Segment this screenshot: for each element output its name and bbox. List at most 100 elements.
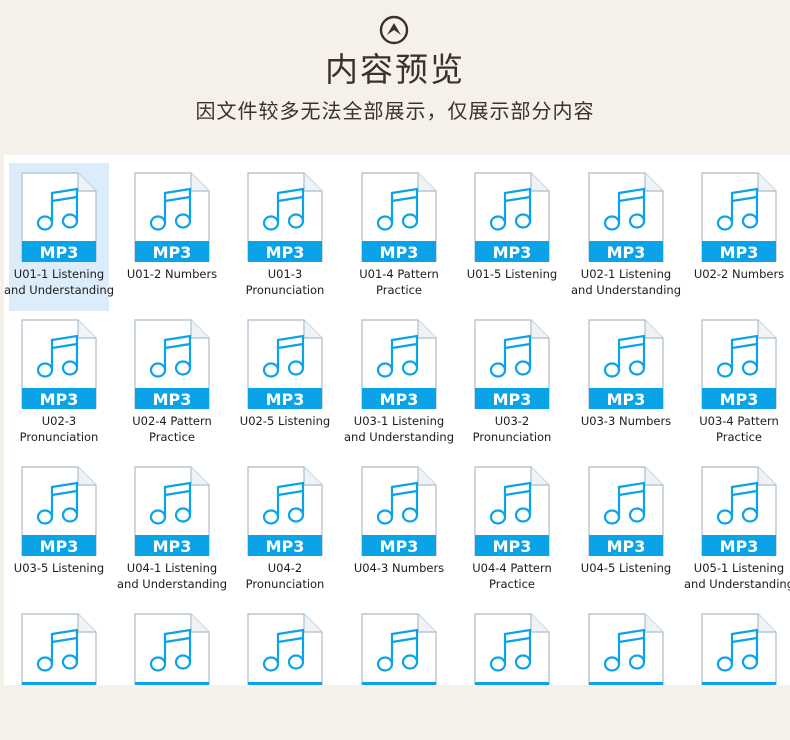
mp3-file-item[interactable]: MP3 <box>462 604 562 685</box>
mp3-file-icon: MP3 <box>247 466 323 556</box>
mp3-file-item[interactable]: MP3 U03-1 Listening and Understanding <box>344 310 454 458</box>
mp3-file-item[interactable]: MP3 <box>689 604 789 685</box>
mp3-file-icon: MP3 <box>247 172 323 262</box>
mp3-badge: MP3 <box>153 243 192 262</box>
mp3-file-icon: MP3 <box>134 613 210 685</box>
mp3-file-icon: MP3 <box>701 319 777 409</box>
mp3-badge: MP3 <box>40 390 79 409</box>
mp3-badge: MP3 <box>380 684 419 685</box>
mp3-badge: MP3 <box>720 537 759 556</box>
mp3-file-icon: MP3 <box>134 172 210 262</box>
mp3-badge: MP3 <box>607 243 646 262</box>
mp3-file-item[interactable]: MP3 <box>576 604 676 685</box>
mp3-badge: MP3 <box>607 684 646 685</box>
mp3-badge: MP3 <box>40 537 79 556</box>
file-name-label: U04-2 Pronunciation <box>245 561 325 591</box>
mp3-file-icon: MP3 <box>588 319 664 409</box>
file-browser-panel: MP3 U01-1 Listening and Understanding MP3 U… <box>4 155 790 685</box>
mp3-badge: MP3 <box>380 390 419 409</box>
mp3-file-icon: MP3 <box>588 613 664 685</box>
mp3-badge: MP3 <box>720 684 759 685</box>
mp3-file-item[interactable]: MP3 U03-2 Pronunciation <box>462 310 562 458</box>
mp3-file-icon: MP3 <box>361 613 437 685</box>
file-name-label: U02-1 Listening and Understanding <box>570 267 682 297</box>
mp3-file-item[interactable]: MP3 U02-3 Pronunciation <box>9 310 109 458</box>
mp3-file-item[interactable]: MP3 <box>235 604 335 685</box>
mp3-file-icon: MP3 <box>134 319 210 409</box>
page-subtitle: 因文件较多无法全部展示，仅展示部分内容 <box>195 99 595 123</box>
mp3-file-item[interactable]: MP3 U02-1 Listening and Understanding <box>571 163 681 311</box>
file-name-label: U04-3 Numbers <box>353 561 445 575</box>
mp3-file-item[interactable]: MP3 U04-2 Pronunciation <box>235 457 335 605</box>
mp3-file-item[interactable]: MP3 U02-4 Pattern Practice <box>122 310 222 458</box>
mp3-file-item[interactable]: MP3 U04-3 Numbers <box>349 457 449 605</box>
mp3-badge: MP3 <box>720 390 759 409</box>
mp3-file-item[interactable]: MP3 <box>9 604 109 685</box>
mp3-file-item[interactable]: MP3 <box>349 604 449 685</box>
mp3-file-icon: MP3 <box>21 319 97 409</box>
mp3-file-icon: MP3 <box>21 613 97 685</box>
mp3-file-icon: MP3 <box>134 466 210 556</box>
mp3-file-icon: MP3 <box>474 613 550 685</box>
preview-header: 内容预览 因文件较多无法全部展示，仅展示部分内容 <box>0 0 790 150</box>
mp3-file-icon: MP3 <box>701 466 777 556</box>
mp3-file-icon: MP3 <box>588 466 664 556</box>
mp3-file-item[interactable]: MP3 U01-2 Numbers <box>122 163 222 311</box>
mp3-file-icon: MP3 <box>474 466 550 556</box>
mp3-file-item[interactable]: MP3 U01-4 Pattern Practice <box>349 163 449 311</box>
file-name-label: U04-5 Listening <box>580 561 672 575</box>
mp3-badge: MP3 <box>493 390 532 409</box>
mp3-file-icon: MP3 <box>361 466 437 556</box>
mp3-file-item[interactable]: MP3 U04-4 Pattern Practice <box>462 457 562 605</box>
mp3-badge: MP3 <box>153 684 192 685</box>
mp3-file-item[interactable]: MP3 U02-5 Listening <box>235 310 335 458</box>
mp3-badge: MP3 <box>153 537 192 556</box>
file-name-label: U01-3 Pronunciation <box>245 267 325 297</box>
page-title: 内容预览 <box>325 50 465 89</box>
mp3-file-item[interactable]: MP3 U05-1 Listening and Understanding <box>684 457 790 605</box>
mp3-badge: MP3 <box>266 390 305 409</box>
mp3-file-item[interactable]: MP3 U04-1 Listening and Understanding <box>117 457 227 605</box>
mp3-file-item[interactable]: MP3 U01-1 Listening and Understanding <box>4 163 114 311</box>
mp3-badge: MP3 <box>266 243 305 262</box>
mp3-badge: MP3 <box>607 390 646 409</box>
mp3-file-item[interactable]: MP3 U03-3 Numbers <box>576 310 676 458</box>
file-name-label: U02-2 Numbers <box>693 267 785 281</box>
mp3-badge: MP3 <box>266 537 305 556</box>
file-name-label: U02-4 Pattern Practice <box>132 414 212 444</box>
file-name-label: U03-5 Listening <box>13 561 105 575</box>
mp3-file-icon: MP3 <box>474 172 550 262</box>
file-name-label: U04-1 Listening and Understanding <box>116 561 228 591</box>
mp3-badge: MP3 <box>493 537 532 556</box>
file-name-label: U02-5 Listening <box>239 414 331 428</box>
mp3-file-item[interactable]: MP3 U02-2 Numbers <box>689 163 789 311</box>
mp3-badge: MP3 <box>607 537 646 556</box>
file-name-label: U03-3 Numbers <box>580 414 672 428</box>
mp3-file-item[interactable]: MP3 U03-5 Listening <box>9 457 109 605</box>
mp3-file-icon: MP3 <box>588 172 664 262</box>
upward-arrow-circle-icon <box>379 15 409 45</box>
file-name-label: U01-5 Listening <box>466 267 558 281</box>
mp3-file-item[interactable]: MP3 U01-3 Pronunciation <box>235 163 335 311</box>
file-name-label: U03-1 Listening and Understanding <box>343 414 455 444</box>
file-grid: MP3 U01-1 Listening and Understanding MP3 U… <box>4 155 790 685</box>
mp3-file-icon: MP3 <box>21 172 97 262</box>
mp3-file-item[interactable]: MP3 <box>122 604 222 685</box>
mp3-file-icon: MP3 <box>247 613 323 685</box>
mp3-file-icon: MP3 <box>361 172 437 262</box>
mp3-file-icon: MP3 <box>21 466 97 556</box>
mp3-file-item[interactable]: MP3 U01-5 Listening <box>462 163 562 311</box>
mp3-badge: MP3 <box>266 684 305 685</box>
file-name-label: U03-4 Pattern Practice <box>699 414 779 444</box>
mp3-badge: MP3 <box>40 684 79 685</box>
mp3-badge: MP3 <box>493 684 532 685</box>
file-name-label: U01-1 Listening and Understanding <box>4 267 115 297</box>
mp3-file-item[interactable]: MP3 U03-4 Pattern Practice <box>689 310 789 458</box>
mp3-badge: MP3 <box>720 243 759 262</box>
mp3-file-item[interactable]: MP3 U04-5 Listening <box>576 457 676 605</box>
mp3-badge: MP3 <box>40 243 79 262</box>
mp3-badge: MP3 <box>493 243 532 262</box>
file-name-label: U02-3 Pronunciation <box>19 414 99 444</box>
mp3-file-icon: MP3 <box>701 172 777 262</box>
mp3-badge: MP3 <box>153 390 192 409</box>
